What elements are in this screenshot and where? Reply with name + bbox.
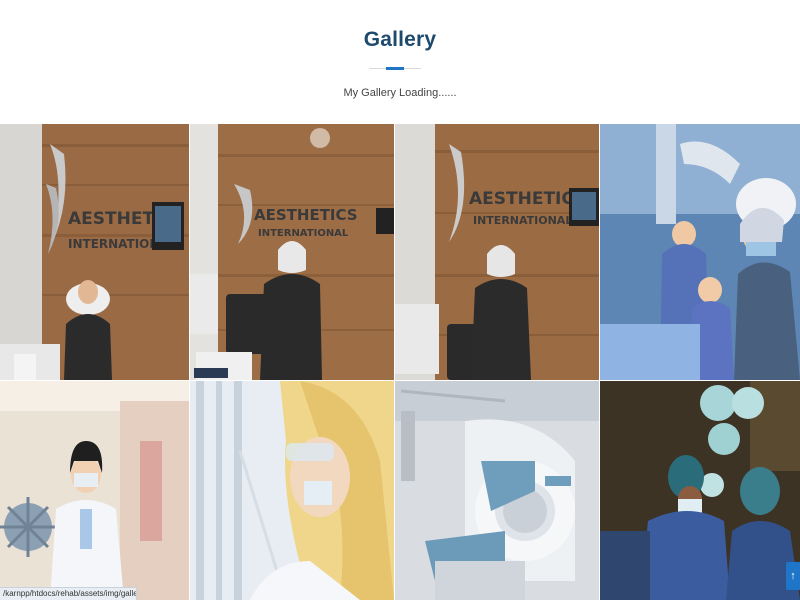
aesthetics-staff-arms-crossed-photo: AESTHETICS INTERNATIONAL — [395, 124, 599, 380]
gallery-item-5[interactable] — [0, 381, 189, 600]
svg-text:INTERNATIONAL: INTERNATIONAL — [258, 228, 349, 239]
gallery-item-4[interactable] — [600, 124, 800, 380]
operating-room-photo — [600, 381, 800, 600]
svg-text:INTERNATIONAL: INTERNATIONAL — [473, 214, 572, 227]
section-title: Gallery — [363, 28, 437, 51]
gallery-item-1[interactable]: AESTHETICS INTERNATIONAL — [0, 124, 189, 380]
mri-scanner-photo — [395, 381, 599, 600]
gallery-item-8[interactable] — [600, 381, 800, 600]
gallery-item-3[interactable]: AESTHETICS INTERNATIONAL — [395, 124, 599, 380]
gallery-header: Gallery My Gallery Loading...... — [0, 0, 800, 124]
surgery-team-photo — [600, 124, 800, 380]
lab-scientist-photo — [190, 381, 394, 600]
doctor-virus-photo — [0, 381, 189, 600]
gallery-item-2[interactable]: AESTHETICS INTERNATIONAL — [190, 124, 394, 380]
aesthetics-staff-standing-photo: AESTHETICS INTERNATIONAL — [190, 124, 394, 380]
arrow-up-icon: ↑ — [790, 570, 796, 582]
gallery-grid: AESTHETICS INTERNATIONAL AESTHETICS INTE… — [0, 124, 800, 600]
section-subtitle: My Gallery Loading...... — [343, 87, 457, 99]
status-bar-url: /karnpp/htdocs/rehab/assets/img/gallery/… — [0, 587, 137, 600]
title-divider-accent — [386, 67, 404, 70]
back-to-top-button[interactable]: ↑ — [786, 562, 800, 590]
svg-text:AESTHETICS: AESTHETICS — [254, 206, 358, 224]
gallery-item-6[interactable] — [190, 381, 394, 600]
svg-text:AESTHETICS: AESTHETICS — [469, 189, 586, 209]
gallery-item-7[interactable] — [395, 381, 599, 600]
aesthetics-reception-photo: AESTHETICS INTERNATIONAL — [0, 124, 189, 380]
